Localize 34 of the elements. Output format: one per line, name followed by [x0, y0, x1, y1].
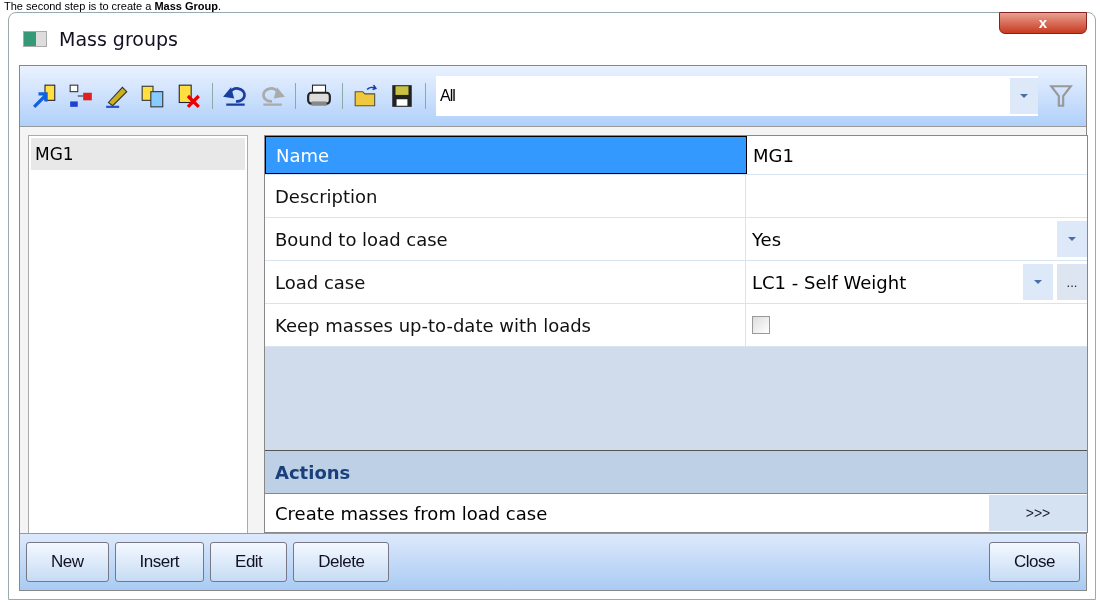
- dialog-button[interactable]: Insert: [114, 542, 205, 582]
- open-folder-icon[interactable]: [353, 83, 379, 109]
- property-dropdown[interactable]: LC1 - Self Weight: [752, 271, 1019, 293]
- window-icon: [23, 31, 47, 47]
- dropdown-arrow-icon: [1067, 236, 1077, 242]
- window-close-button[interactable]: x: [999, 12, 1087, 34]
- dialog-button[interactable]: Delete: [293, 542, 390, 582]
- browse-button[interactable]: ...: [1057, 264, 1087, 300]
- delete-table-icon[interactable]: [176, 83, 202, 109]
- property-value[interactable]: MG1: [753, 144, 794, 166]
- pencil-icon[interactable]: [104, 83, 130, 109]
- caption-text: The second step is to create a Mass Group.: [3, 0, 223, 12]
- property-name[interactable]: Load case: [265, 261, 746, 303]
- checkbox[interactable]: [752, 316, 770, 334]
- filter-dropdown[interactable]: All: [436, 76, 1038, 116]
- dialog-button[interactable]: New: [26, 542, 109, 582]
- save-icon[interactable]: [389, 83, 415, 109]
- run-action-button[interactable]: >>>: [989, 495, 1087, 531]
- copy-table-icon[interactable]: [140, 83, 166, 109]
- printer-icon[interactable]: [306, 83, 332, 109]
- window-title: Mass groups: [59, 28, 178, 50]
- property-dropdown[interactable]: Yes: [752, 228, 1053, 250]
- arrow-table-icon[interactable]: [32, 83, 58, 109]
- action-label: Create masses from load case: [275, 502, 549, 524]
- property-name[interactable]: Description: [265, 175, 746, 217]
- dialog-button[interactable]: Edit: [210, 542, 288, 582]
- dropdown-arrow-icon: [1033, 279, 1043, 285]
- group-list-item[interactable]: MG1: [31, 138, 245, 170]
- property-name[interactable]: Keep masses up-to-date with loads: [265, 304, 746, 346]
- actions-header: Actions: [265, 451, 1087, 494]
- property-name[interactable]: Bound to load case: [265, 218, 746, 260]
- arrange-icon[interactable]: [68, 83, 94, 109]
- dropdown-arrow-icon: [1019, 93, 1029, 99]
- close-button[interactable]: Close: [989, 542, 1080, 582]
